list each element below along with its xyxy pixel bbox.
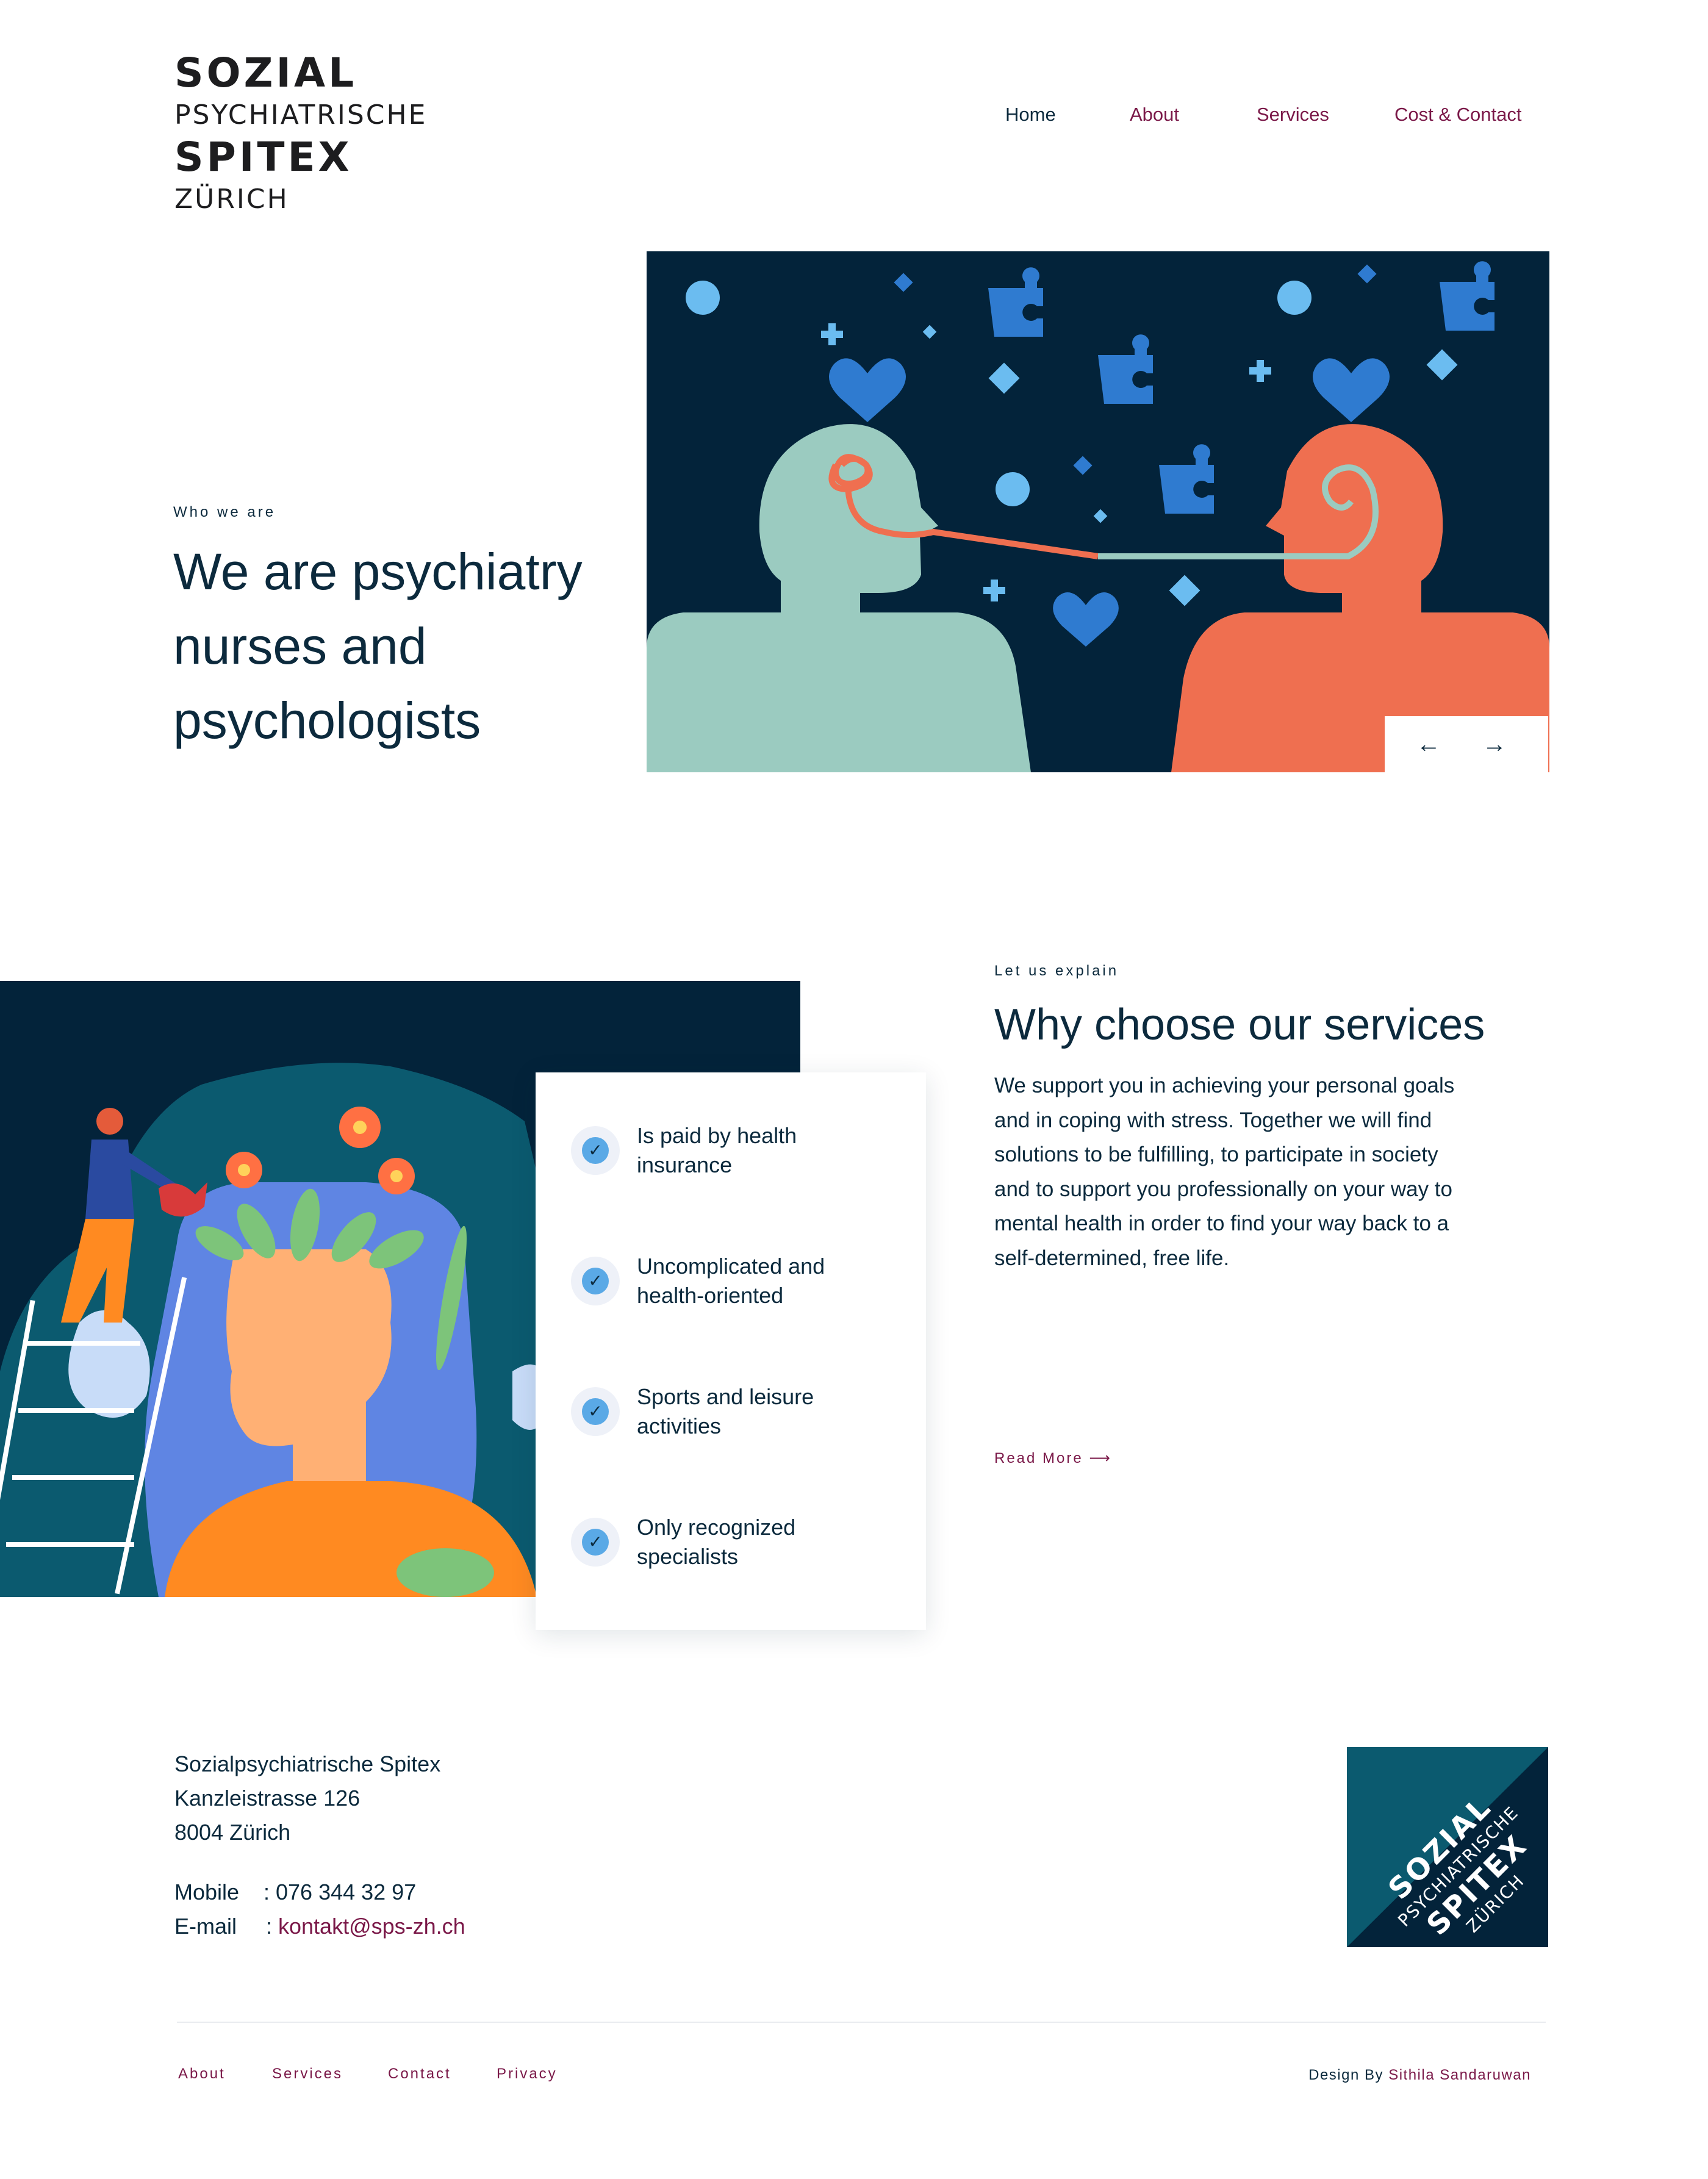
nav-home[interactable]: Home [1005,104,1056,126]
credit-prefix: Design By [1308,2067,1384,2083]
logo-line-spitex: SPITEX [174,134,353,181]
feature-label: Only recognized specialists [637,1515,796,1569]
check-badge: ✓ [571,1387,620,1436]
features-card: ✓ Is paid by health insurance ✓ Uncompli… [536,1072,926,1630]
address-company: Sozialpsychiatrische Spitex [174,1751,441,1776]
email-label: E-mail [174,1914,237,1939]
email-separator: : [266,1914,279,1939]
email-link[interactable]: kontakt@sps-zh.ch [278,1914,465,1939]
main-nav: Home About Services Cost & Contact [0,104,1708,128]
address-city: 8004 Zürich [174,1820,291,1845]
feature-label: Is paid by health insurance [637,1123,797,1177]
check-badge: ✓ [571,1257,620,1305]
check-badge: ✓ [571,1126,620,1175]
arrow-right-icon[interactable]: → [1476,727,1513,761]
footer-logo[interactable]: SOZIAL PSYCHIATRISCHE SPITEX ZÜRICH [1347,1747,1548,1947]
check-icon: ✓ [582,1137,609,1164]
services-title: Why choose our services [994,1000,1485,1049]
feature-label: Sports and leisure activities [637,1384,814,1438]
check-icon: ✓ [582,1398,609,1425]
mobile-label: Mobile [174,1879,240,1904]
footer-link-privacy[interactable]: Privacy [497,2066,558,2083]
contact-email: E-mail: kontakt@sps-zh.ch [174,1909,465,1944]
footer-divider [177,2022,1546,2023]
check-badge: ✓ [571,1518,620,1567]
services-eyebrow: Let us explain [994,963,1119,979]
nav-about[interactable]: About [1130,104,1179,126]
check-icon: ✓ [582,1529,609,1556]
hero-eyebrow: Who we are [173,504,276,520]
hero-illustration [647,251,1549,772]
site-logo[interactable]: SOZIAL PSYCHIATRISCHE SPITEX ZÜRICH [174,51,455,220]
hero-title: We are psychiatry nurses and psychologis… [173,543,583,749]
credit-author[interactable]: Sithila Sandaruwan [1388,2067,1531,2083]
design-credit: Design By Sithila Sandaruwan [1305,2067,1531,2084]
feature-item: ✓ Sports and leisure activities [571,1382,913,1443]
nav-services[interactable]: Services [1257,104,1329,126]
services-description: We support you in achieving your persona… [994,1074,1455,1270]
logo-line-sozial: SOZIAL [174,49,357,96]
address-street: Kanzleistrasse 126 [174,1786,361,1811]
feature-item: ✓ Uncomplicated and health-oriented [571,1252,913,1313]
mobile-number: : 076 344 32 97 [264,1879,417,1904]
contact-mobile: Mobile : 076 344 32 97 [174,1875,416,1909]
feature-item: ✓ Is paid by health insurance [571,1121,913,1182]
feature-item: ✓ Only recognized specialists [571,1513,913,1574]
footer-link-about[interactable]: About [178,2066,226,2083]
footer-link-services[interactable]: Services [272,2066,343,2083]
slider-controls: ← → [1385,716,1548,772]
nav-cost-contact[interactable]: Cost & Contact [1394,104,1521,126]
arrow-left-icon[interactable]: ← [1410,727,1447,761]
logo-line-zurich: ZÜRICH [174,184,289,215]
hero-illustration-svg [647,261,1549,772]
read-more-link[interactable]: Read More ⟶ [994,1449,1112,1467]
feature-label: Uncomplicated and health-oriented [637,1254,825,1308]
check-icon: ✓ [582,1268,609,1294]
address-block: Sozialpsychiatrische Spitex Kanzleistras… [174,1747,723,1850]
footer-link-contact[interactable]: Contact [388,2066,451,2083]
